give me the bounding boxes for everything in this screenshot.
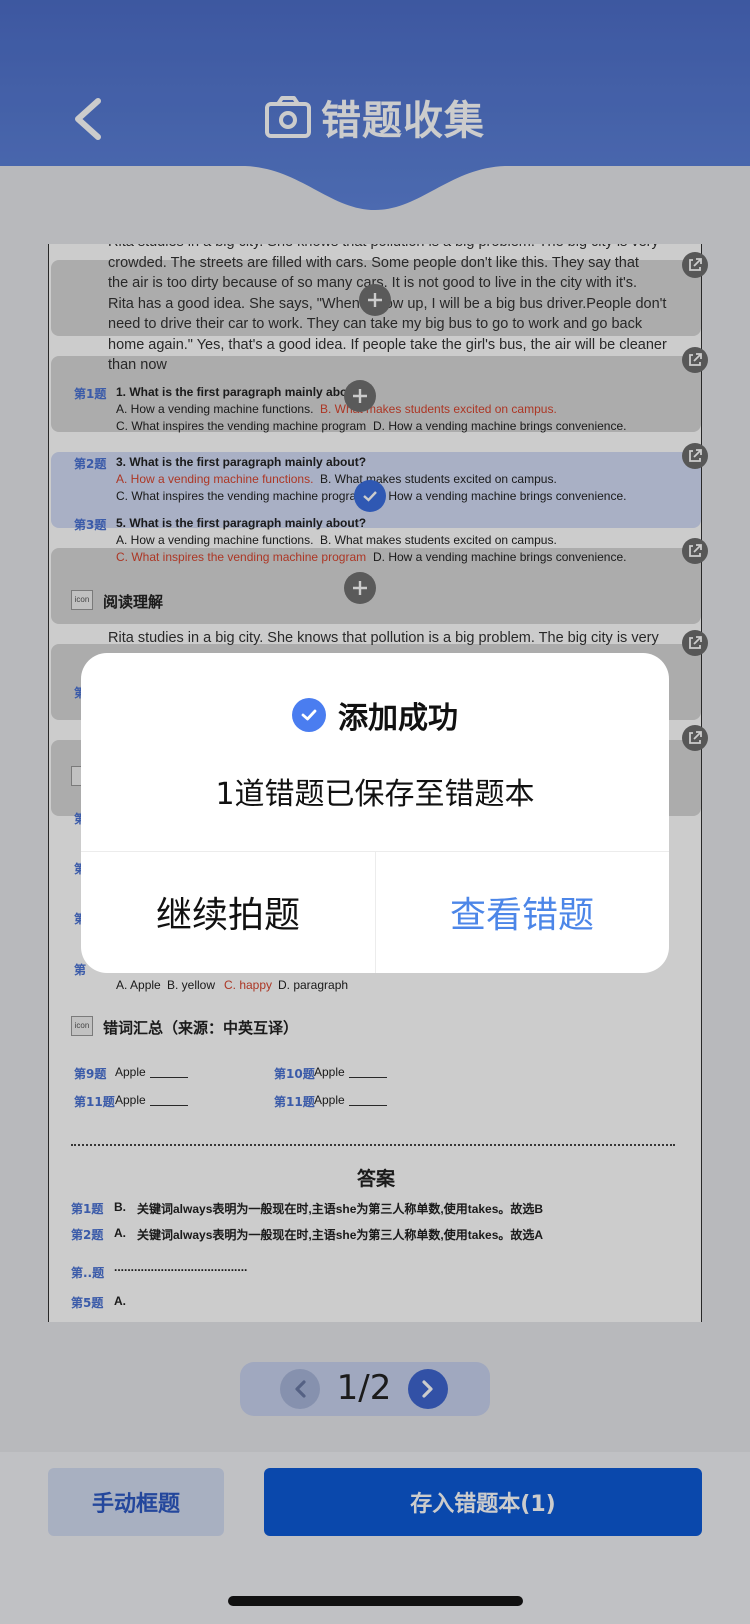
dialog-message: 1道错题已保存至错题本 bbox=[215, 777, 535, 812]
home-indicator bbox=[228, 1596, 523, 1606]
dialog-title: 添加成功 bbox=[338, 701, 458, 736]
success-dialog: 添加成功 1道错题已保存至错题本 继续拍题 查看错题 bbox=[81, 653, 669, 973]
continue-capture-button[interactable]: 继续拍题 bbox=[81, 851, 375, 973]
success-check-icon bbox=[292, 698, 326, 732]
view-mistakes-button[interactable]: 查看错题 bbox=[375, 851, 669, 973]
dialog-header: 添加成功 bbox=[81, 693, 669, 737]
